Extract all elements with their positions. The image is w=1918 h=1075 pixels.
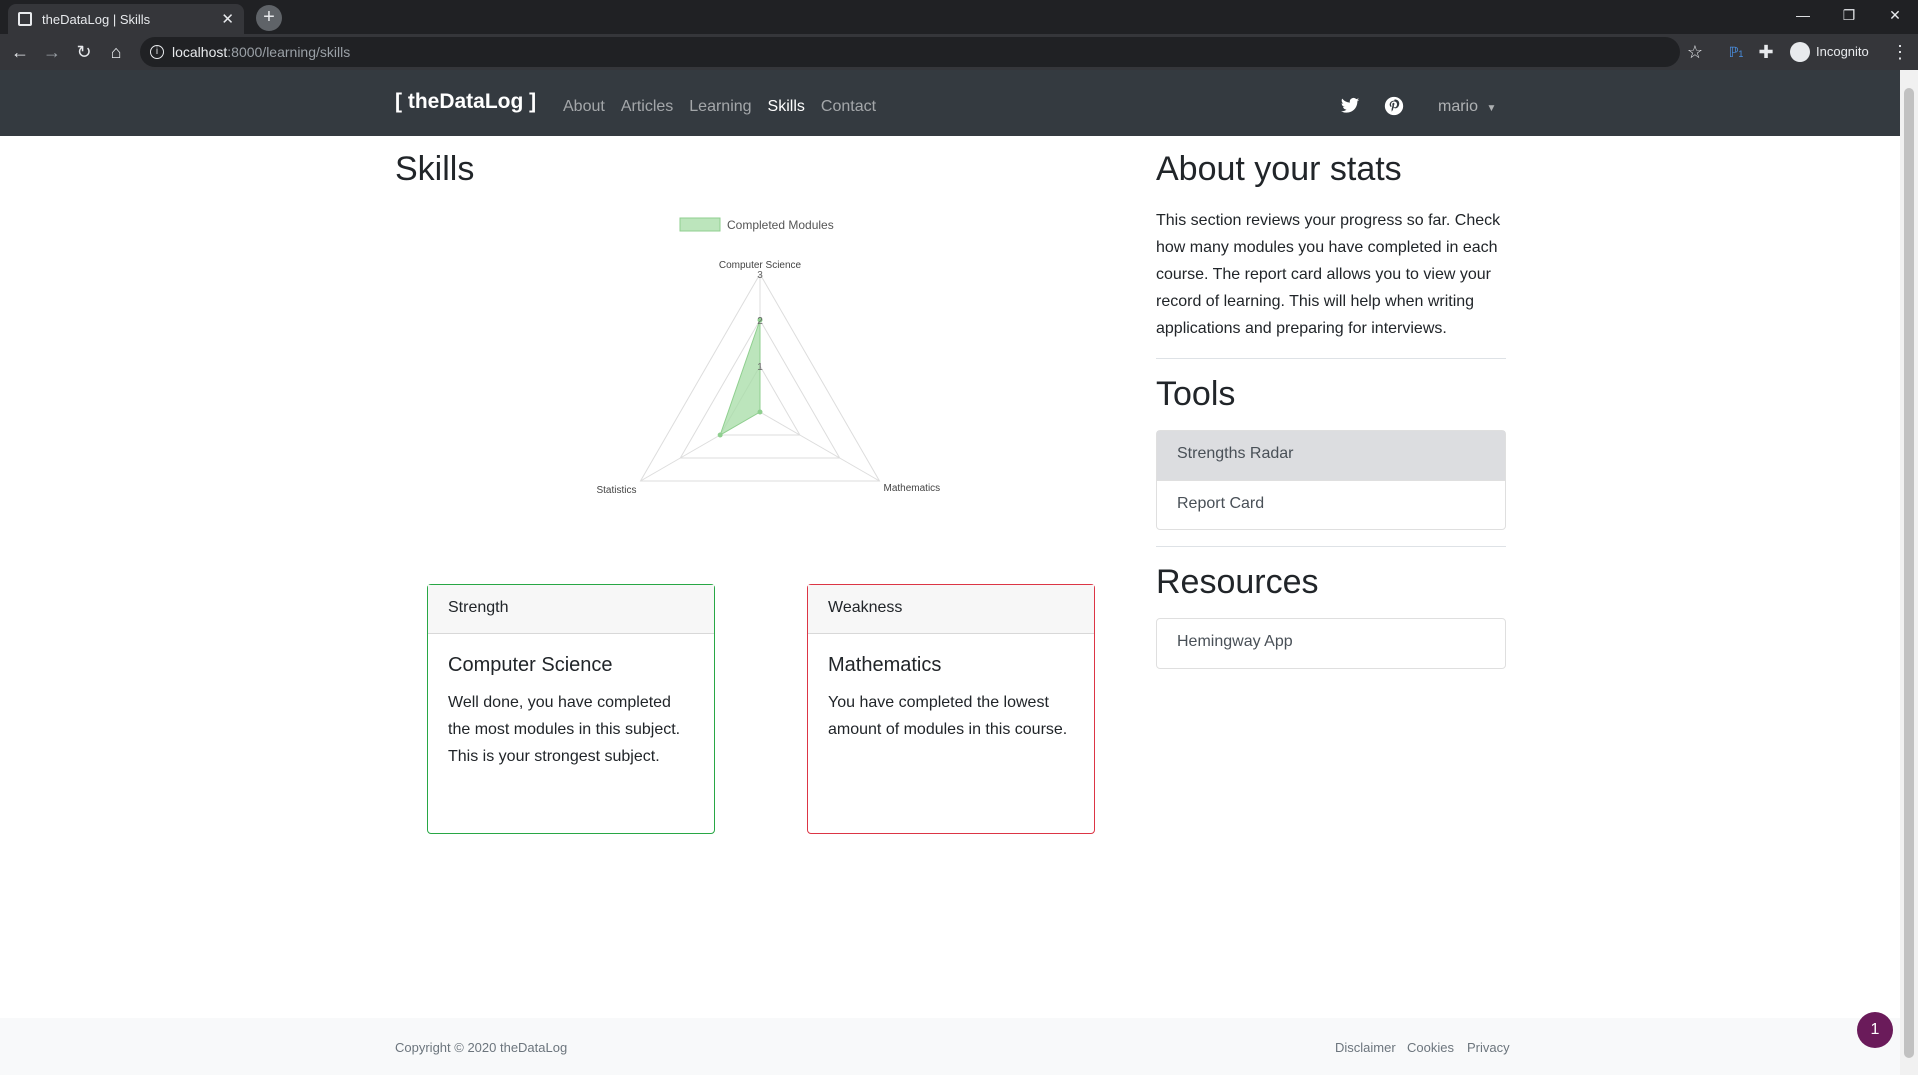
- url-path: :8000/learning/skills: [227, 44, 351, 60]
- chevron-down-icon: ▼: [1486, 103, 1497, 114]
- radar-category-label: Statistics: [596, 485, 636, 496]
- site-brand[interactable]: [ theDataLog ]: [395, 90, 536, 114]
- weakness-card-title: Mathematics: [828, 654, 942, 676]
- browser-tab-bar: theDataLog | Skills ✕ + — ❐ ✕: [0, 0, 1918, 34]
- legend-label: Completed Modules: [727, 218, 834, 232]
- footer-link-cookies[interactable]: Cookies: [1407, 1040, 1454, 1055]
- tools-title: Tools: [1156, 375, 1236, 413]
- nav-link-skills[interactable]: Skills: [768, 98, 805, 116]
- divider: [1156, 358, 1506, 359]
- user-name: mario: [1438, 98, 1479, 115]
- radar-tick-label: 3: [757, 270, 763, 281]
- radar-tick-label: 2: [757, 316, 763, 327]
- address-bar[interactable]: i localhost:8000/learning/skills: [140, 37, 1680, 67]
- about-stats-text: This section reviews your progress so fa…: [1156, 212, 1501, 337]
- strength-card-text: Well done, you have completed the most m…: [448, 694, 681, 765]
- site-footer: Copyright © 2020 theDataLog Disclaimer C…: [0, 1018, 1900, 1075]
- star-icon[interactable]: ☆: [1681, 38, 1709, 66]
- weakness-card: Weakness Mathematics You have completed …: [807, 584, 1095, 834]
- radar-category-label: Computer Science: [719, 260, 802, 271]
- extension-icon[interactable]: ℙ1: [1722, 38, 1750, 66]
- radar-svg: 1 2 3Computer Science Mathematics Statistics…: [596, 217, 941, 496]
- footer-link-disclaimer[interactable]: Disclaimer: [1335, 1040, 1396, 1055]
- twitter-icon[interactable]: [1340, 96, 1360, 116]
- nav-link-articles[interactable]: Articles: [621, 98, 673, 116]
- footer-copyright: Copyright © 2020 theDataLog: [395, 1040, 568, 1055]
- tool-report-card[interactable]: Report Card: [1157, 480, 1505, 529]
- page-scrollbar[interactable]: [1900, 70, 1918, 1075]
- profile-button[interactable]: Incognito: [1790, 38, 1869, 66]
- home-icon[interactable]: ⌂: [102, 38, 130, 66]
- resources-title: Resources: [1156, 563, 1319, 601]
- about-stats-title: About your stats: [1156, 150, 1402, 188]
- back-icon[interactable]: ←: [6, 38, 34, 66]
- nav-link-contact[interactable]: Contact: [821, 98, 876, 116]
- profile-label: Incognito: [1816, 44, 1869, 59]
- radar-spoke: [759, 411, 880, 482]
- close-window-icon[interactable]: ✕: [1872, 0, 1918, 30]
- resource-hemingway-app[interactable]: Hemingway App: [1157, 619, 1505, 668]
- tools-list: Strengths Radar Report Card: [1156, 430, 1506, 530]
- reload-icon[interactable]: ↻: [70, 38, 98, 66]
- forward-icon[interactable]: →: [38, 38, 66, 66]
- nav-link-learning[interactable]: Learning: [689, 98, 751, 116]
- radar-category-label: Mathematics: [884, 483, 941, 494]
- browser-tab[interactable]: theDataLog | Skills ✕: [8, 4, 244, 34]
- divider: [1156, 546, 1506, 547]
- weakness-card-text: You have completed the lowest amount of …: [828, 694, 1068, 738]
- puzzle-icon[interactable]: ✚: [1752, 38, 1780, 66]
- weakness-card-body: Mathematics You have completed the lowes…: [808, 634, 1094, 763]
- radar-series-area: [719, 319, 761, 437]
- minimize-icon[interactable]: —: [1780, 0, 1826, 30]
- page-favicon-icon: [18, 12, 32, 26]
- scrollbar-thumb[interactable]: [1904, 88, 1914, 1058]
- site-navbar: [ theDataLog ] About Articles Learning S…: [0, 70, 1900, 136]
- nav-link-about[interactable]: About: [563, 98, 605, 116]
- sidebar: About your stats This section reviews yo…: [1156, 150, 1506, 669]
- nav-links: About Articles Learning Skills Contact: [563, 98, 876, 116]
- new-tab-button[interactable]: +: [256, 5, 282, 31]
- extension-badge: 1: [1738, 49, 1744, 59]
- page-title: Skills: [395, 150, 475, 188]
- close-tab-icon[interactable]: ✕: [221, 10, 234, 28]
- tab-title: theDataLog | Skills: [42, 11, 151, 27]
- strength-card-title: Computer Science: [448, 654, 613, 676]
- strength-card: Strength Computer Science Well done, you…: [427, 584, 715, 834]
- tool-strengths-radar[interactable]: Strengths Radar: [1157, 431, 1505, 480]
- strength-card-header: Strength: [428, 585, 714, 634]
- pinterest-icon[interactable]: [1384, 96, 1404, 116]
- footer-link-privacy[interactable]: Privacy: [1467, 1040, 1510, 1055]
- legend-swatch: [679, 217, 721, 232]
- menu-icon[interactable]: ⋮: [1886, 38, 1914, 66]
- radar-data-point: [757, 409, 763, 415]
- strengths-radar-chart: 1 2 3 Computer Science Mathematics Statistics…: [560, 205, 1000, 515]
- incognito-icon: [1790, 42, 1810, 62]
- notification-badge[interactable]: 1: [1857, 1012, 1893, 1048]
- radar-tick-label: 1: [757, 362, 763, 373]
- info-icon[interactable]: i: [150, 45, 164, 59]
- strength-card-body: Computer Science Well done, you have com…: [428, 634, 714, 790]
- resources-list: Hemingway App: [1156, 618, 1506, 669]
- user-menu[interactable]: mario ▼: [1438, 98, 1496, 116]
- browser-toolbar: ← → ↻ ⌂ i localhost:8000/learning/skills…: [0, 34, 1918, 70]
- radar-data-point: [717, 432, 723, 438]
- weakness-card-header: Weakness: [808, 585, 1094, 634]
- url-host: localhost: [172, 44, 228, 60]
- restore-icon[interactable]: ❐: [1826, 0, 1872, 30]
